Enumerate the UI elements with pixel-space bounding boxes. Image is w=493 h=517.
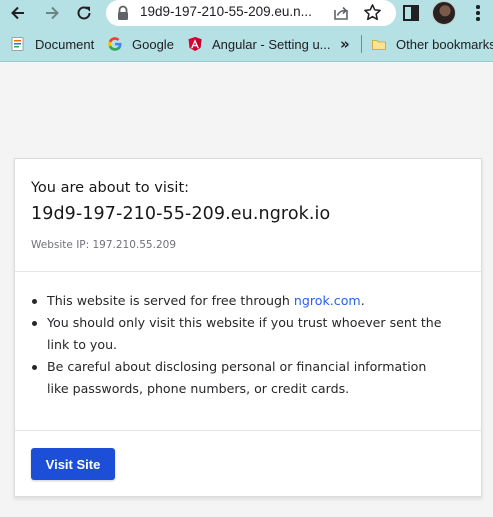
bookmark-star-icon[interactable] (363, 3, 382, 22)
visit-site-button[interactable]: Visit Site (31, 448, 115, 480)
bookmarks-bar: Document Google Angular - Setting u... »… (0, 26, 493, 62)
visit-label: You are about to visit: (31, 180, 190, 196)
share-icon[interactable] (332, 4, 350, 22)
bookmark-label: Angular - Setting u... (212, 36, 331, 52)
profile-avatar[interactable] (432, 1, 456, 25)
list-item: You should only visit this website if yo… (31, 312, 451, 356)
folder-icon (372, 40, 386, 50)
ngrok-warning-card: You are about to visit: 19d9-197-210-55-… (14, 158, 482, 497)
list-item: This website is served for free through … (31, 290, 451, 312)
bookmark-google[interactable]: Google (107, 26, 174, 62)
document-icon (11, 37, 24, 51)
destination-host: 19d9-197-210-55-209.eu.ngrok.io (31, 204, 331, 224)
bookmark-angular[interactable]: Angular - Setting u... (187, 26, 331, 62)
visit-header: You are about to visit: 19d9-197-210-55-… (15, 159, 481, 272)
back-button[interactable] (7, 2, 29, 24)
warning-notes: This website is served for free through … (15, 273, 481, 431)
forward-arrow-icon (46, 6, 59, 20)
bookmark-document[interactable]: Document (10, 26, 94, 62)
lock-icon (118, 5, 128, 20)
warning-list: This website is served for free through … (31, 290, 451, 400)
reload-icon (77, 6, 91, 20)
angular-icon (188, 37, 202, 51)
list-item: Be careful about disclosing personal or … (31, 356, 451, 400)
website-ip: Website IP: 197.210.55.209 (31, 239, 176, 251)
reload-button[interactable] (73, 2, 95, 24)
address-bar[interactable]: 19d9-197-210-55-209.eu.n... (106, 0, 396, 26)
side-panel-icon[interactable] (402, 4, 420, 22)
back-arrow-icon (11, 6, 24, 20)
bookmark-label: Document (35, 36, 95, 52)
bookmarks-divider (361, 35, 362, 53)
bookmark-other-bookmarks[interactable]: Other bookmarks (371, 26, 493, 62)
forward-button[interactable] (41, 2, 63, 24)
google-icon (108, 37, 122, 51)
bookmark-label: Google (132, 36, 174, 52)
bookmarks-overflow-button[interactable]: » (340, 35, 350, 53)
ngrok-link[interactable]: ngrok.com (294, 293, 361, 308)
bookmark-label: Other bookmarks (396, 36, 493, 52)
address-bar-url[interactable]: 19d9-197-210-55-209.eu.n... (140, 4, 330, 19)
browser-toolbar: 19d9-197-210-55-209.eu.n... (0, 0, 493, 26)
browser-menu-button[interactable] (470, 4, 486, 22)
